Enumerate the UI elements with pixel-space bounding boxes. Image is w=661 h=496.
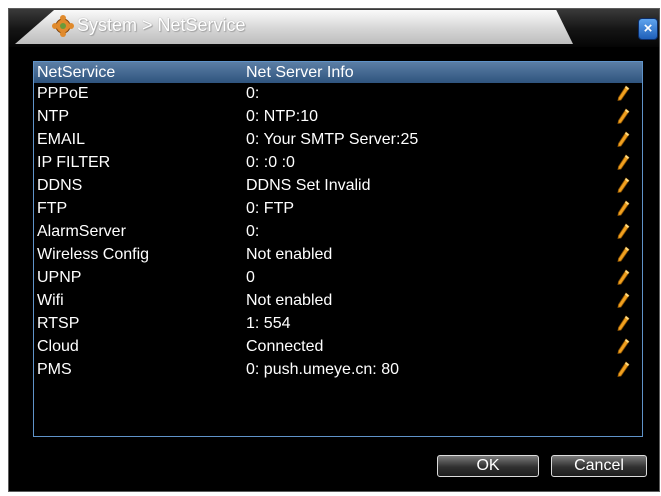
pencil-icon[interactable] [616,338,630,356]
ok-button[interactable]: OK [437,455,539,477]
service-info: 0 [246,269,255,286]
pencil-icon[interactable] [616,131,630,149]
service-info: 0: :0 :0 [246,154,295,171]
pencil-icon[interactable] [616,361,630,379]
service-name: IP FILTER [37,154,111,171]
table-header: NetService Net Server Info [34,62,642,83]
service-name: Wifi [37,292,64,309]
table-row[interactable]: PMS 0: push.umeye.cn: 80 [34,359,642,382]
service-info: 0: FTP [246,200,295,217]
pencil-icon[interactable] [616,154,630,172]
pencil-icon[interactable] [616,246,630,264]
table-row[interactable]: RTSP 1: 554 [34,313,642,336]
table-row[interactable]: AlarmServer 0: [34,221,642,244]
close-button[interactable]: × [638,18,658,40]
service-name: FTP [37,200,68,217]
service-name: UPNP [37,269,82,286]
service-name: AlarmServer [37,223,126,240]
pencil-icon[interactable] [616,315,630,333]
service-info: 0: NTP:10 [246,108,319,125]
service-info: Connected [246,338,324,355]
table-row[interactable]: Wireless Config Not enabled [34,244,642,267]
column-header-netservice: NetService [37,64,116,81]
service-info: 0: [246,85,260,102]
pencil-icon[interactable] [616,292,630,310]
netservice-table: NetService Net Server Info PPPoE 0: NTP … [33,61,643,437]
service-name: Wireless Config [37,246,150,263]
netservice-dialog: System > NetService × NetService Net Ser… [8,8,660,492]
table-row[interactable]: FTP 0: FTP [34,198,642,221]
service-info: Not enabled [246,292,333,309]
gear-icon [52,15,74,37]
table-row[interactable]: Cloud Connected [34,336,642,359]
window-title: System > NetService [77,15,246,35]
table-row[interactable]: Wifi Not enabled [34,290,642,313]
cancel-button[interactable]: Cancel [551,455,647,477]
pencil-icon[interactable] [616,85,630,103]
service-name: RTSP [37,315,80,332]
pencil-icon[interactable] [616,200,630,218]
service-name: PMS [37,361,72,378]
table-row[interactable]: IP FILTER 0: :0 :0 [34,152,642,175]
pencil-icon[interactable] [616,223,630,241]
table-row[interactable]: NTP 0: NTP:10 [34,106,642,129]
pencil-icon[interactable] [616,177,630,195]
service-name: PPPoE [37,85,89,102]
column-header-net-server-info: Net Server Info [246,64,354,81]
pencil-icon[interactable] [616,269,630,287]
pencil-icon[interactable] [616,108,630,126]
service-name: NTP [37,108,69,125]
service-name: EMAIL [37,131,86,148]
title-bar: System > NetService × [9,9,659,47]
service-info: 1: 554 [246,315,291,332]
service-info: Not enabled [246,246,333,263]
service-info: DDNS Set Invalid [246,177,371,194]
table-row[interactable]: UPNP 0 [34,267,642,290]
service-name: DDNS [37,177,83,194]
table-row[interactable]: DDNS DDNS Set Invalid [34,175,642,198]
service-info: 0: Your SMTP Server:25 [246,131,419,148]
service-name: Cloud [37,338,79,355]
service-info: 0: [246,223,260,240]
service-info: 0: push.umeye.cn: 80 [246,361,399,378]
table-row[interactable]: EMAIL 0: Your SMTP Server:25 [34,129,642,152]
table-row[interactable]: PPPoE 0: [34,83,642,106]
